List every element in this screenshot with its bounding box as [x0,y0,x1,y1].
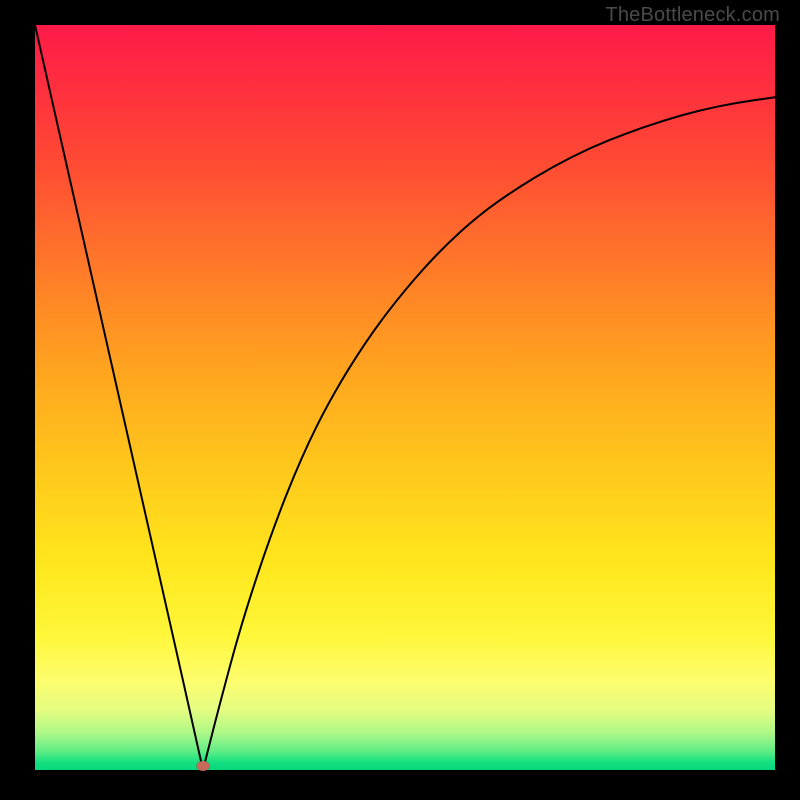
optimal-point-marker [196,761,209,771]
bottleneck-curve [35,25,775,770]
watermark-label: TheBottleneck.com [605,4,780,27]
plot-area [35,25,775,770]
chart-frame: TheBottleneck.com [0,0,800,800]
